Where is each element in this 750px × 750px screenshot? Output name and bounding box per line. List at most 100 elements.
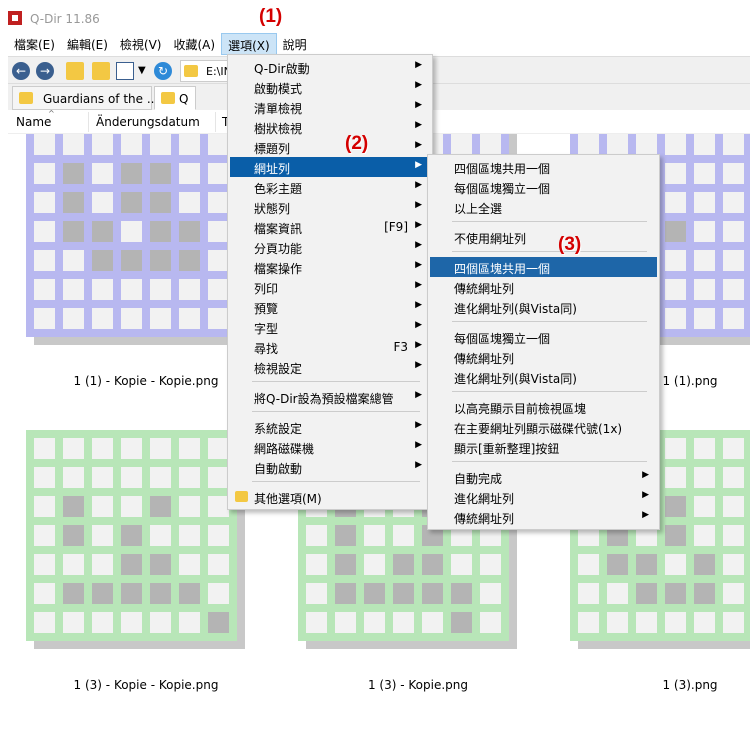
menu-4[interactable]: 選項(X) (221, 33, 277, 55)
annotation-2: (2) (345, 133, 369, 154)
options-menu-item[interactable]: 標題列 ▶ (230, 137, 430, 157)
options-menu-item[interactable]: 網址列 ▶ (230, 157, 430, 177)
column-name[interactable]: Name (16, 115, 51, 129)
options-menu-item[interactable]: 將Q-Dir設為預設檔案總管 ▶ (230, 387, 430, 407)
menu-separator (252, 381, 420, 382)
address-submenu-item[interactable]: 每個區塊獨立一個 (430, 327, 657, 347)
address-submenu-item[interactable]: 每個區塊獨立一個 (430, 177, 657, 197)
address-submenu-item[interactable]: 進化網址列(與Vista同) (430, 297, 657, 317)
file-caption[interactable]: 1 (3) - Kopie - Kopie.png (16, 678, 276, 692)
menu-item-label: 網址列 (254, 162, 291, 176)
options-menu-item[interactable]: 清單檢視 ▶ (230, 97, 430, 117)
menu-item-label: 列印 (254, 282, 279, 296)
menu-2[interactable]: 檢視(V) (114, 33, 168, 55)
menu-item-label: 檢視設定 (254, 362, 303, 376)
tab-q[interactable]: Q (154, 86, 196, 110)
address-submenu-item[interactable]: 不使用網址列 (430, 227, 657, 247)
options-menu-item[interactable]: 啟動模式 ▶ (230, 77, 430, 97)
folder-icon (161, 92, 175, 104)
parent-folder-icon[interactable] (66, 62, 84, 80)
submenu-arrow-icon: ▶ (642, 510, 649, 520)
options-menu-item[interactable]: 預覽 ▶ (230, 297, 430, 317)
address-bar-submenu: 四個區塊共用一個 每個區塊獨立一個 以上全選 不使用網址列 四個區塊共用一個 傳統網址列進… (427, 154, 660, 530)
submenu-arrow-icon: ▶ (642, 490, 649, 500)
column-date[interactable]: Änderungsdatum (96, 115, 200, 129)
folder-icon (19, 92, 33, 104)
address-submenu-item[interactable]: 以高亮顯示目前檢視區塊 (430, 397, 657, 417)
options-menu-item[interactable]: 狀態列 ▶ (230, 197, 430, 217)
thumbnail-image (26, 430, 237, 641)
address-submenu-item[interactable]: 以上全選 (430, 197, 657, 217)
menu-item-shortcut: F3 (393, 340, 408, 354)
menu-item-label: 自動完成 (454, 472, 503, 486)
address-submenu-item[interactable]: 四個區塊共用一個 (430, 257, 657, 277)
menu-item-label: 啟動模式 (254, 82, 303, 96)
options-menu-item[interactable]: 檢視設定 ▶ (230, 357, 430, 377)
file-caption[interactable]: 1 (3) - Kopie.png (288, 678, 548, 692)
submenu-arrow-icon: ▶ (415, 360, 422, 370)
options-menu-item[interactable]: 網路磁碟機 ▶ (230, 437, 430, 457)
tab-label: Q (179, 92, 189, 106)
submenu-arrow-icon: ▶ (415, 280, 422, 290)
forward-icon[interactable]: → (36, 62, 54, 80)
options-menu-item[interactable]: 分頁功能 ▶ (230, 237, 430, 257)
folder-icon (184, 65, 198, 77)
options-menu-item[interactable]: 系統設定 ▶ (230, 417, 430, 437)
address-submenu-item[interactable]: 傳統網址列 (430, 277, 657, 297)
refresh-icon[interactable]: ↻ (154, 62, 172, 80)
submenu-arrow-icon: ▶ (415, 120, 422, 130)
options-menu-item[interactable]: 其他選項(M) (230, 487, 430, 507)
submenu-arrow-icon: ▶ (415, 140, 422, 150)
menu-item-label: 分頁功能 (254, 242, 303, 256)
menu-item-label: 標題列 (254, 142, 291, 156)
file-caption[interactable]: 1 (3).png (560, 678, 750, 692)
view-mode-icon[interactable] (116, 62, 134, 80)
address-submenu-item[interactable]: 進化網址列 ▶ (430, 487, 657, 507)
submenu-arrow-icon: ▶ (415, 240, 422, 250)
address-submenu-item[interactable]: 顯示[重新整理]按鈕 (430, 437, 657, 457)
submenu-arrow-icon: ▶ (415, 440, 422, 450)
options-menu-item[interactable]: 列印 ▶ (230, 277, 430, 297)
menu-item-label: 其他選項(M) (254, 492, 322, 506)
menu-0[interactable]: 檔案(E) (8, 33, 61, 55)
menu-item-label: 檔案資訊 (254, 222, 303, 236)
address-submenu-item[interactable]: 四個區塊共用一個 (430, 157, 657, 177)
menu-item-label: 將Q-Dir設為預設檔案總管 (254, 392, 394, 406)
menu-item-label: 以上全選 (454, 202, 503, 216)
new-folder-icon[interactable] (92, 62, 110, 80)
title-bar: Q-Dir 11.86 (0, 0, 750, 30)
thumbnail-image (26, 134, 237, 337)
submenu-arrow-icon: ▶ (415, 300, 422, 310)
options-menu-item[interactable]: 色彩主題 ▶ (230, 177, 430, 197)
submenu-arrow-icon: ▶ (415, 320, 422, 330)
address-submenu-item[interactable]: 在主要網址列顯示磁碟代號(1x) (430, 417, 657, 437)
menu-item-label: 四個區塊共用一個 (454, 262, 551, 276)
app-icon (8, 11, 22, 25)
address-submenu-item[interactable]: 傳統網址列 (430, 347, 657, 367)
menu-item-label: 進化網址列 (454, 492, 515, 506)
address-submenu-item[interactable]: 傳統網址列 ▶ (430, 507, 657, 527)
menu-separator (452, 461, 647, 462)
menu-item-label: 自動啟動 (254, 462, 303, 476)
options-menu-item[interactable]: 自動啟動 ▶ (230, 457, 430, 477)
address-submenu-item[interactable]: 進化網址列(與Vista同) (430, 367, 657, 387)
menu-5[interactable]: 說明 (277, 33, 313, 55)
options-menu-item[interactable]: 樹狀檢視 ▶ (230, 117, 430, 137)
menu-3[interactable]: 收藏(A) (167, 33, 221, 55)
options-menu-item[interactable]: Q-Dir啟動 ▶ (230, 57, 430, 77)
tab-guardians[interactable]: Guardians of the ... (12, 86, 158, 110)
menu-item-label: 進化網址列(與Vista同) (454, 302, 577, 316)
menu-1[interactable]: 編輯(E) (61, 33, 114, 55)
menu-item-label: 網路磁碟機 (254, 442, 315, 456)
menu-item-label: 顯示[重新整理]按鈕 (454, 442, 560, 456)
menu-separator (452, 321, 647, 322)
menu-item-shortcut: [F9] (384, 220, 408, 234)
options-menu-item[interactable]: 字型 ▶ (230, 317, 430, 337)
menu-separator (252, 411, 420, 412)
options-menu-item[interactable]: 尋找 F3 ▶ (230, 337, 430, 357)
options-menu-item[interactable]: 檔案資訊 [F9] ▶ (230, 217, 430, 237)
menu-item-label: 四個區塊共用一個 (454, 162, 551, 176)
options-menu-item[interactable]: 檔案操作 ▶ (230, 257, 430, 277)
back-icon[interactable]: ← (12, 62, 30, 80)
address-submenu-item[interactable]: 自動完成 ▶ (430, 467, 657, 487)
